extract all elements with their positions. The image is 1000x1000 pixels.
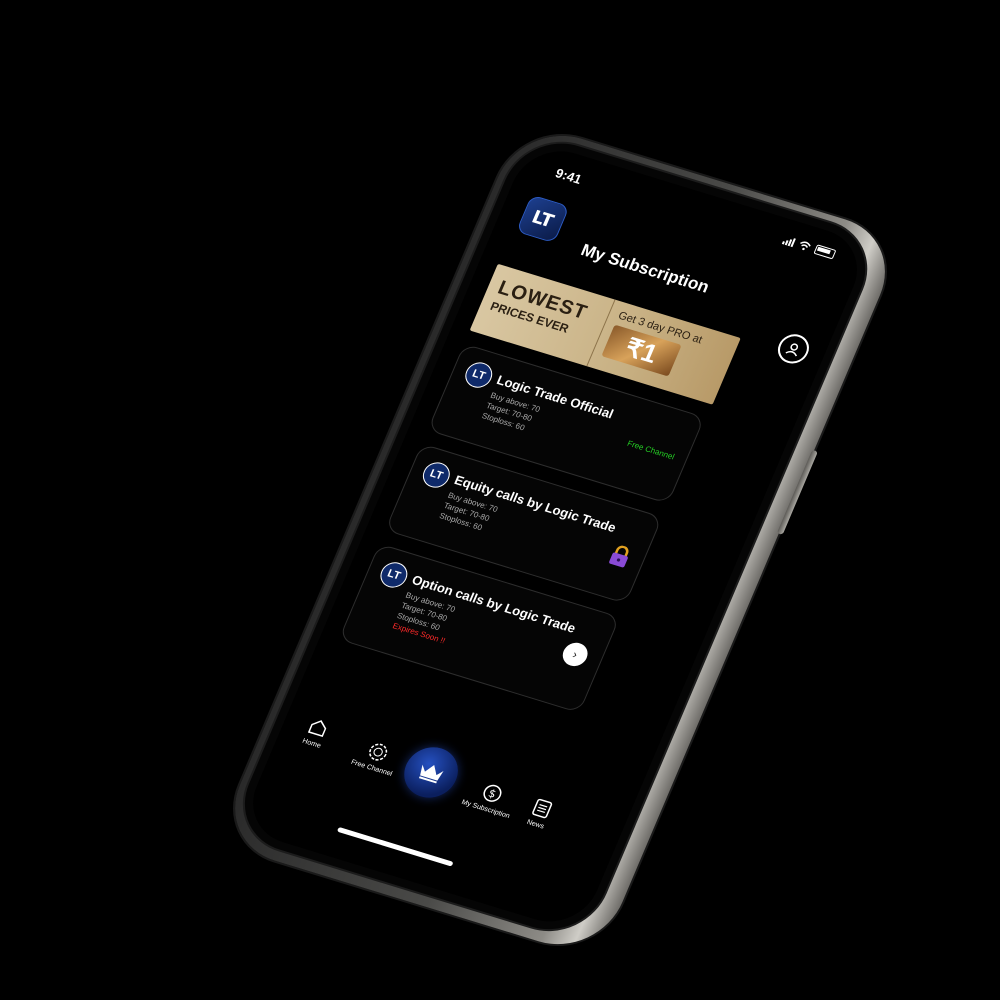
open-card-button[interactable]: › <box>558 639 592 670</box>
nav-news[interactable]: News <box>525 797 554 831</box>
status-time: 9:41 <box>553 165 585 187</box>
chevron-right-icon: › <box>570 647 580 662</box>
page-title: My Subscription <box>578 240 713 297</box>
news-icon <box>532 798 553 819</box>
nav-my-subscription[interactable]: $ My Subscription <box>460 777 520 820</box>
profile-button[interactable] <box>773 330 814 368</box>
nav-free-channel[interactable]: Free Channel <box>350 737 403 778</box>
crown-icon <box>418 764 444 784</box>
banner-offer-block: Get 3 day PRO at ₹1 <box>601 310 704 382</box>
nav-my-subscription-label: My Subscription <box>460 798 511 821</box>
card-logo: LT <box>418 459 454 491</box>
lock-icon[interactable] <box>607 543 633 569</box>
app-logo[interactable]: LT <box>515 194 570 244</box>
svg-text:$: $ <box>486 787 498 801</box>
banner-text-left: LOWEST PRICES EVER <box>488 277 590 338</box>
home-indicator[interactable] <box>336 826 454 867</box>
nav-news-label: News <box>525 818 546 831</box>
free-badge-icon <box>369 743 388 761</box>
dollar-icon: $ <box>483 784 502 802</box>
card-logo: LT <box>376 559 412 591</box>
nav-free-channel-label: Free Channel <box>349 758 394 778</box>
signal-icon <box>781 235 796 248</box>
battery-icon <box>813 244 837 260</box>
wifi-icon <box>800 241 811 251</box>
nav-home[interactable]: Home <box>301 715 332 750</box>
card-logo: LT <box>461 359 497 391</box>
status-icons <box>781 235 837 260</box>
premium-button[interactable] <box>395 740 467 805</box>
home-icon <box>307 720 327 737</box>
camera-notch <box>654 193 727 226</box>
bottom-nav: Home Free Channel $ My Subscription News <box>262 699 634 877</box>
nav-home-label: Home <box>301 737 322 750</box>
free-channel-tag: Free Channel <box>625 438 676 462</box>
stage: 9:41 LT My Subscription LOWEST PRICES EV… <box>0 0 1000 1000</box>
user-icon <box>785 343 799 357</box>
phone-mockup: 9:41 LT My Subscription LOWEST PRICES EV… <box>215 120 905 960</box>
